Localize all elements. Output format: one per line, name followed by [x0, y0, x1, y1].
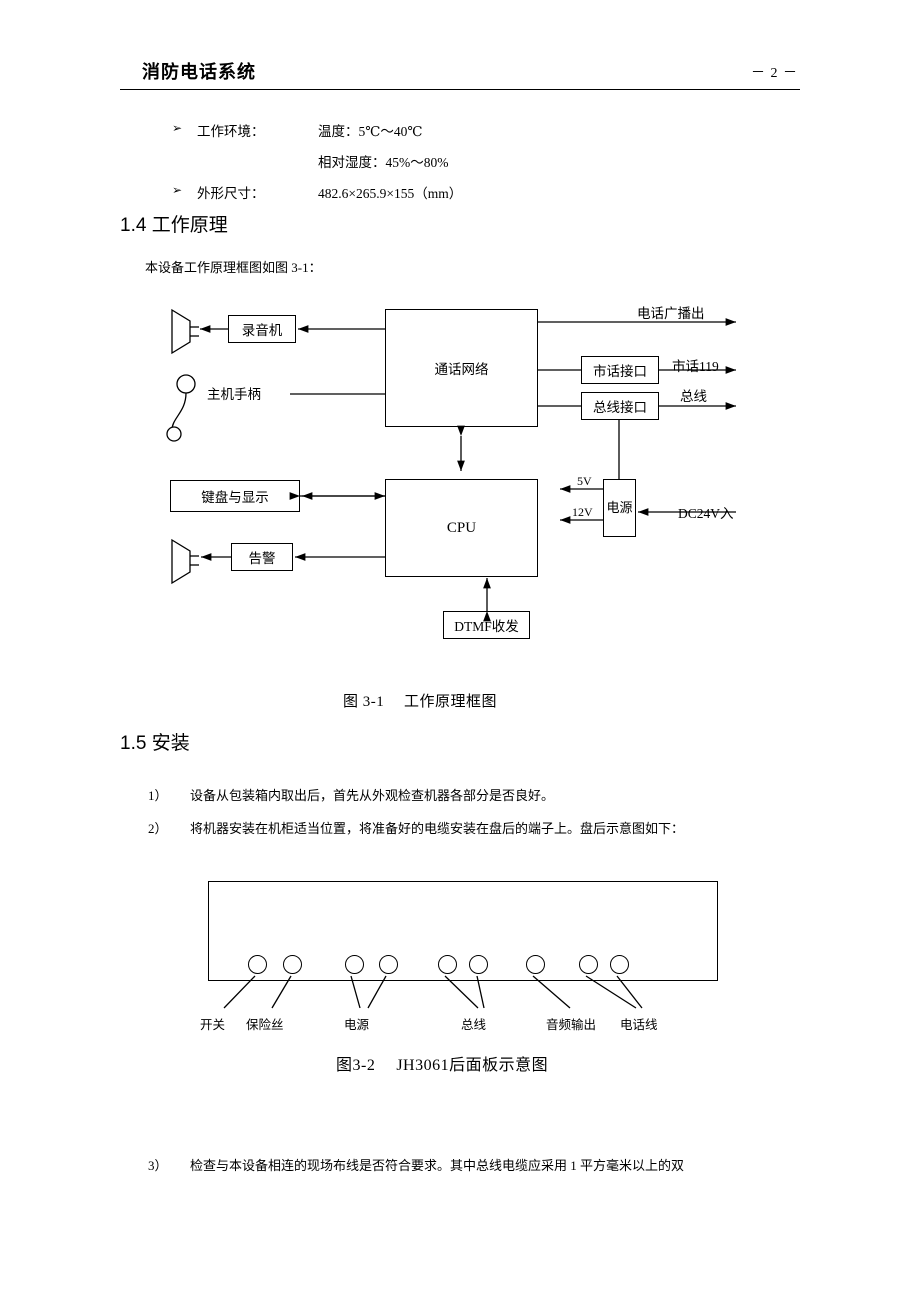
- figure-caption-3-1: 图 3-1 工作原理框图: [343, 694, 497, 710]
- spec-label-dimensions: 外形尺寸：: [197, 186, 265, 201]
- section-title-1-5: 1.5 安装: [120, 728, 190, 755]
- section-name-1-4: 工作原理: [151, 215, 228, 236]
- diagram-box-bus-interface: 总线接口: [581, 392, 659, 420]
- panel-label-fuse: 保险丝: [246, 1018, 284, 1032]
- diagram-box-power: 电源: [603, 479, 636, 537]
- diagram-box-city-phone-interface: 市话接口: [581, 356, 659, 384]
- diagram-label-city-phone-119: 市话119: [672, 359, 719, 374]
- panel-label-phone-line: 电话线: [620, 1018, 658, 1032]
- page-header: 消防电话系统 － 2 －: [120, 58, 800, 92]
- header-title: 消防电话系统: [142, 62, 256, 82]
- panel-label-audio-output: 音频输出: [546, 1018, 597, 1032]
- diagram-box-alarm: 告警: [231, 543, 293, 571]
- diagram-box-keyboard-display: 键盘与显示: [170, 480, 300, 512]
- section-name-1-5: 安装: [151, 733, 190, 754]
- bullet-arrow-icon-1: ➢: [172, 121, 183, 135]
- diagram-box-cpu: CPU: [385, 479, 538, 577]
- panel-port-switch: [248, 955, 267, 974]
- panel-label-bus: 总线: [461, 1018, 487, 1032]
- spec-value-humidity: 相对湿度：45%～80%: [318, 155, 449, 170]
- section-number-1-4: 1.4: [120, 215, 147, 236]
- panel-port-bus-1: [438, 955, 457, 974]
- panel-port-fuse: [283, 955, 302, 974]
- bullet-arrow-icon-2: ➢: [172, 183, 183, 197]
- diagram-box-recorder: 录音机: [228, 315, 296, 343]
- diagram-label-host-handset: 主机手柄: [207, 387, 261, 402]
- intro-paragraph: 本设备工作原理框图如图 3-1：: [145, 260, 322, 275]
- panel-port-bus-2: [469, 955, 488, 974]
- spec-label-environment: 工作环境：: [197, 124, 265, 139]
- panel-port-phone-line-1: [579, 955, 598, 974]
- spec-value-temperature: 温度：5℃～40℃: [318, 124, 423, 139]
- panel-label-switch: 开关: [200, 1018, 226, 1032]
- diagram-box-talk-network: 通话网络: [385, 309, 538, 427]
- section-number-1-5: 1.5: [120, 733, 147, 754]
- spec-value-dimensions: 482.6×265.9×155（mm）: [318, 186, 463, 201]
- list-item-1: 设备从包装箱内取出后，首先从外观检查机器各部分是否良好。: [190, 788, 555, 803]
- document-page: 消防电话系统 － 2 － ➢ 工作环境： 温度：5℃～40℃ 相对湿度：45%～…: [0, 0, 920, 1302]
- header-divider: [120, 89, 800, 90]
- panel-port-phone-line-2: [610, 955, 629, 974]
- page-number: － 2 －: [751, 66, 798, 81]
- panel-label-power: 电源: [344, 1018, 370, 1032]
- figure-caption-3-2: 图3-2 JH3061后面板示意图: [336, 1057, 549, 1074]
- diagram-label-12v: 12V: [572, 505, 593, 519]
- panel-port-audio-out: [526, 955, 545, 974]
- diagram-label-dc24v-in: DC24V入: [678, 506, 734, 521]
- section-title-1-4: 1.4 工作原理: [120, 210, 228, 237]
- diagram-label-5v: 5V: [577, 474, 592, 488]
- diagram-label-bus: 总线: [680, 389, 707, 404]
- list-item-3: 检查与本设备相连的现场布线是否符合要求。其中总线电缆应采用 1 平方毫米以上的双: [190, 1158, 685, 1173]
- list-item-2: 将机器安装在机柜适当位置，将准备好的电缆安装在盘后的端子上。盘后示意图如下：: [190, 821, 685, 836]
- diagram-box-dtmf: DTMF收发: [443, 611, 530, 639]
- list-number-1: 1）: [148, 788, 168, 803]
- list-number-2: 2）: [148, 821, 168, 836]
- diagram-label-phone-broadcast-out: 电话广播出: [637, 306, 705, 321]
- panel-port-power-2: [379, 955, 398, 974]
- list-number-3: 3）: [148, 1158, 168, 1173]
- panel-port-power-1: [345, 955, 364, 974]
